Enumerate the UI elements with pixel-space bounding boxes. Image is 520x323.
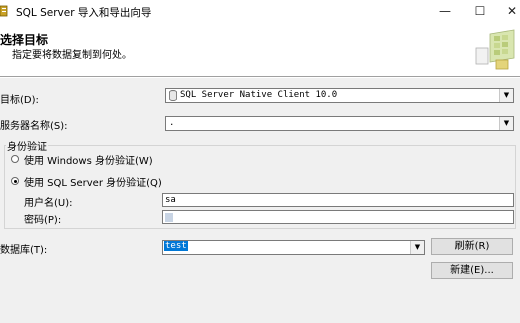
sql-auth-label[interactable]: 使用 SQL Server 身份验证(Q): [24, 174, 162, 189]
username-input[interactable]: sa: [162, 193, 514, 207]
window-title: SQL Server 导入和导出向导: [16, 7, 152, 19]
close-button[interactable]: ✕: [494, 0, 520, 24]
password-label: 密码(P):: [24, 215, 62, 226]
title-bar: SQL Server 导入和导出向导 — ☐ ✕: [0, 0, 520, 24]
server-name-combo[interactable]: . ▼: [165, 116, 514, 131]
database-dropdown-button[interactable]: ▼: [410, 241, 424, 254]
username-label: 用户名(U):: [24, 198, 73, 209]
text-cursor: [165, 213, 173, 222]
destination-label: 目标(D):: [0, 95, 39, 106]
chevron-down-icon: ▼: [414, 243, 421, 251]
wizard-app-icon: [0, 5, 8, 17]
destination-combo[interactable]: SQL Server Native Client 10.0 ▼: [165, 88, 514, 103]
maximize-button[interactable]: ☐: [462, 0, 498, 24]
wizard-graphic-icon: [475, 29, 515, 70]
auth-group-title: 身份验证: [6, 138, 48, 153]
refresh-button[interactable]: 刷新(R): [431, 238, 513, 255]
destination-dropdown-button[interactable]: ▼: [499, 89, 513, 102]
server-name-dropdown-button[interactable]: ▼: [499, 117, 513, 130]
destination-value: SQL Server Native Client 10.0: [180, 90, 338, 100]
chevron-down-icon: ▼: [503, 91, 510, 99]
sql-auth-radio[interactable]: [11, 177, 19, 185]
windows-auth-label[interactable]: 使用 Windows 身份验证(W): [24, 152, 153, 167]
username-value: sa: [165, 195, 176, 205]
close-icon: ✕: [506, 4, 518, 18]
database-value: test: [164, 241, 188, 251]
database-label: 数据库(T):: [0, 245, 48, 256]
new-database-button[interactable]: 新建(E)...: [431, 262, 513, 279]
password-input[interactable]: [162, 210, 514, 224]
minimize-button[interactable]: —: [427, 0, 463, 24]
windows-auth-radio[interactable]: [11, 155, 19, 163]
minimize-icon: —: [439, 4, 451, 18]
maximize-icon: ☐: [474, 4, 486, 18]
server-name-label: 服务器名称(S):: [0, 121, 68, 132]
chevron-down-icon: ▼: [503, 119, 510, 127]
database-combo[interactable]: test ▼: [162, 240, 425, 255]
page-subtitle: 指定要将数据复制到何处。: [12, 50, 132, 61]
database-icon: [169, 90, 177, 101]
server-name-value: .: [169, 118, 175, 128]
